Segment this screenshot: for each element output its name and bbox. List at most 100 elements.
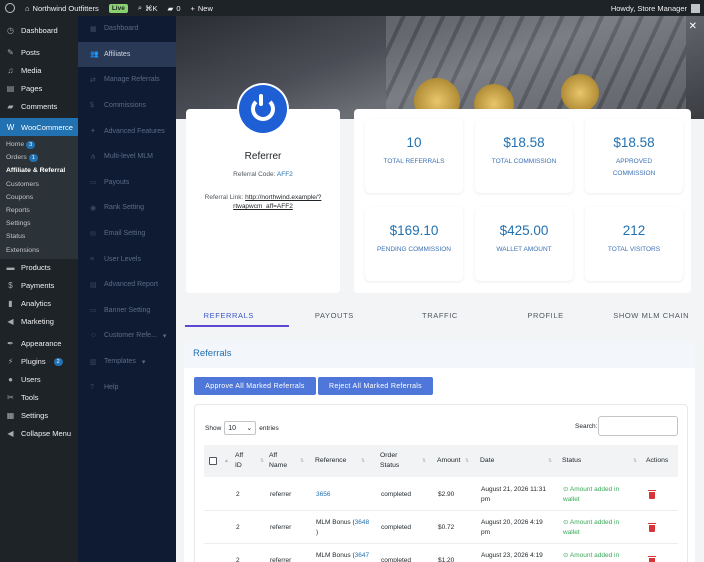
entries-select[interactable]: 10 ⌄ (224, 421, 257, 435)
delete-button[interactable] (648, 545, 656, 562)
template-icon: ▥ (90, 358, 97, 366)
plugin-nav-manage-referrals[interactable]: ⇄ Manage Referrals (78, 67, 176, 93)
submenu-extensions[interactable]: Extensions (0, 244, 78, 257)
plugin-nav-help[interactable]: ? Help (78, 374, 176, 400)
orders-badge: 1 (28, 154, 38, 163)
close-icon[interactable]: ✕ (689, 21, 697, 32)
new-content-link[interactable]: + New (186, 0, 218, 16)
tab-profile[interactable]: PROFILE (493, 303, 599, 329)
sidebar-item-posts[interactable]: ✎ Posts (0, 43, 78, 61)
stat-total-commission: $18.58 TOTAL COMMISSION (475, 119, 573, 193)
order-link[interactable]: 3656 (316, 490, 330, 500)
cell-aff-name[interactable]: referrer (270, 545, 291, 562)
wrench-icon: ✂ (7, 393, 14, 403)
plugin-nav-dashboard[interactable]: ▦ Dashboard (78, 16, 176, 42)
sidebar-item-settings[interactable]: ▦ Settings (0, 407, 78, 425)
pin-icon: ✎ (7, 47, 14, 57)
sidebar-item-comments[interactable]: ▰ Comments (0, 97, 78, 115)
tab-show-mlm-chain[interactable]: SHOW MLM CHAIN (598, 303, 704, 329)
submenu-coupons[interactable]: Coupons (0, 191, 78, 204)
greeting: Howdy, Store Manager (610, 3, 687, 13)
collapse-icon: ◀ (7, 429, 14, 439)
reject-all-button[interactable]: Reject All Marked Referrals (318, 377, 433, 395)
col-actions: Actions (646, 457, 669, 464)
sort-icon: ⇅ (465, 458, 470, 464)
select-all-checkbox[interactable] (209, 445, 217, 477)
cell-order-status: completed (381, 557, 411, 562)
stat-wallet-amount: $425.00 WALLET AMOUNT (475, 207, 573, 281)
site-name-link[interactable]: ⌂ Northwind Outfitters (20, 0, 104, 16)
command-search[interactable]: ⌕ ⌘K (133, 0, 163, 16)
submenu-affiliate-referral[interactable]: Affiliate & Referral (0, 164, 78, 177)
live-badge-wrap[interactable]: Live (104, 0, 133, 16)
sidebar-item-plugins[interactable]: ⚡ Plugins 2 (0, 353, 78, 371)
plugin-nav-affiliates[interactable]: 👥 Affiliates (78, 41, 176, 68)
plugin-nav-advanced-report[interactable]: ▤ Advanced Report (78, 272, 176, 298)
delete-button[interactable] (648, 512, 656, 544)
col-aff-id[interactable]: Aff ID (235, 445, 243, 477)
order-link[interactable]: 3648 (355, 519, 369, 526)
plugin-nav-commissions[interactable]: $ Commissions (78, 93, 176, 119)
comments-link[interactable]: ▰ 0 (163, 0, 186, 16)
plugin-nav-templates[interactable]: ▥ Templates ▾ (78, 349, 176, 375)
search-input[interactable] (598, 416, 678, 436)
stat-value: $425.00 (499, 223, 549, 238)
megaphone-icon: ◀ (7, 317, 14, 327)
sidebar-item-tools[interactable]: ✂ Tools (0, 389, 78, 407)
cell-aff-id[interactable]: 2 (236, 545, 240, 562)
stat-total-referrals: 10 TOTAL REFERRALS (365, 119, 463, 193)
sidebar-item-users[interactable]: ● Users (0, 371, 78, 389)
approve-all-button[interactable]: Approve All Marked Referrals (194, 377, 316, 395)
plugin-nav-mlm[interactable]: ⋔ Multi-level MLM (78, 144, 176, 170)
tab-payouts[interactable]: PAYOUTS (282, 303, 388, 329)
cell-date: August 23, 2026 4:19pm (481, 552, 543, 559)
col-date[interactable]: Date (480, 445, 494, 477)
col-status[interactable]: Status (562, 445, 581, 477)
sidebar-item-payments[interactable]: $ Payments (0, 277, 78, 295)
plugin-nav-customer-referral[interactable]: ☺ Customer Refe... ▾ (78, 323, 176, 349)
submenu-customers[interactable]: Customers (0, 178, 78, 191)
plugin-nav-payouts[interactable]: ▭ Payouts (78, 170, 176, 196)
submenu-reports[interactable]: Reports (0, 204, 78, 217)
cell-aff-id[interactable]: 2 (236, 512, 240, 544)
account-menu[interactable]: Howdy, Store Manager (611, 0, 700, 16)
submenu-home[interactable]: Home 3 (0, 138, 78, 151)
submenu-orders[interactable]: Orders 1 (0, 151, 78, 164)
wp-logo-menu[interactable] (0, 0, 20, 16)
col-order-status[interactable]: Order Status (380, 445, 399, 477)
sort-icon: ⇅ (300, 458, 305, 464)
col-reference[interactable]: Reference (315, 445, 346, 477)
collapse-menu-button[interactable]: ◀ Collapse Menu (0, 425, 78, 443)
referral-link-cont[interactable]: rtwapwcm_aff=AFF2 (233, 203, 293, 210)
sidebar-item-pages[interactable]: ▤ Pages (0, 79, 78, 97)
cell-aff-id[interactable]: 2 (236, 479, 240, 511)
order-link[interactable]: 3647 (355, 552, 369, 559)
stat-value: $169.10 (389, 223, 439, 238)
stat-label: WALLET AMOUNT (496, 246, 552, 253)
sidebar-item-appearance[interactable]: ✒ Appearance (0, 335, 78, 353)
plugin-nav-user-levels[interactable]: ≡ User Levels (78, 246, 176, 272)
tab-traffic[interactable]: TRAFFIC (387, 303, 493, 329)
cell-aff-name[interactable]: referrer (270, 479, 291, 511)
referral-link[interactable]: http://northwind.example/? (245, 194, 321, 201)
plugin-nav-email-setting[interactable]: ✉ Email Setting (78, 221, 176, 247)
rank-icon: ◉ (90, 204, 97, 212)
cell-aff-name[interactable]: referrer (270, 512, 291, 544)
plugin-nav-banner-setting[interactable]: ▭ Banner Setting (78, 298, 176, 324)
delete-button[interactable] (648, 479, 656, 511)
submenu-status[interactable]: Status (0, 230, 78, 243)
sidebar-item-dashboard[interactable]: ◷ Dashboard (0, 21, 78, 39)
sidebar-item-analytics[interactable]: ▮ Analytics (0, 295, 78, 313)
levels-icon: ≡ (90, 255, 95, 263)
live-badge: Live (108, 3, 128, 13)
trash-icon (648, 555, 656, 562)
plugin-nav-advanced-features[interactable]: ✦ Advanced Features (78, 118, 176, 144)
submenu-settings[interactable]: Settings (0, 217, 78, 230)
sidebar-item-media[interactable]: ♫ Media (0, 61, 78, 79)
sidebar-item-products[interactable]: ▬ Products (0, 259, 78, 277)
plugin-nav-rank-setting[interactable]: ◉ Rank Setting (78, 195, 176, 221)
col-aff-name[interactable]: Aff Name (269, 445, 287, 477)
col-amount[interactable]: Amount (437, 445, 460, 477)
sidebar-item-marketing[interactable]: ◀ Marketing (0, 313, 78, 331)
sidebar-item-woocommerce[interactable]: W WooCommerce (0, 118, 78, 136)
